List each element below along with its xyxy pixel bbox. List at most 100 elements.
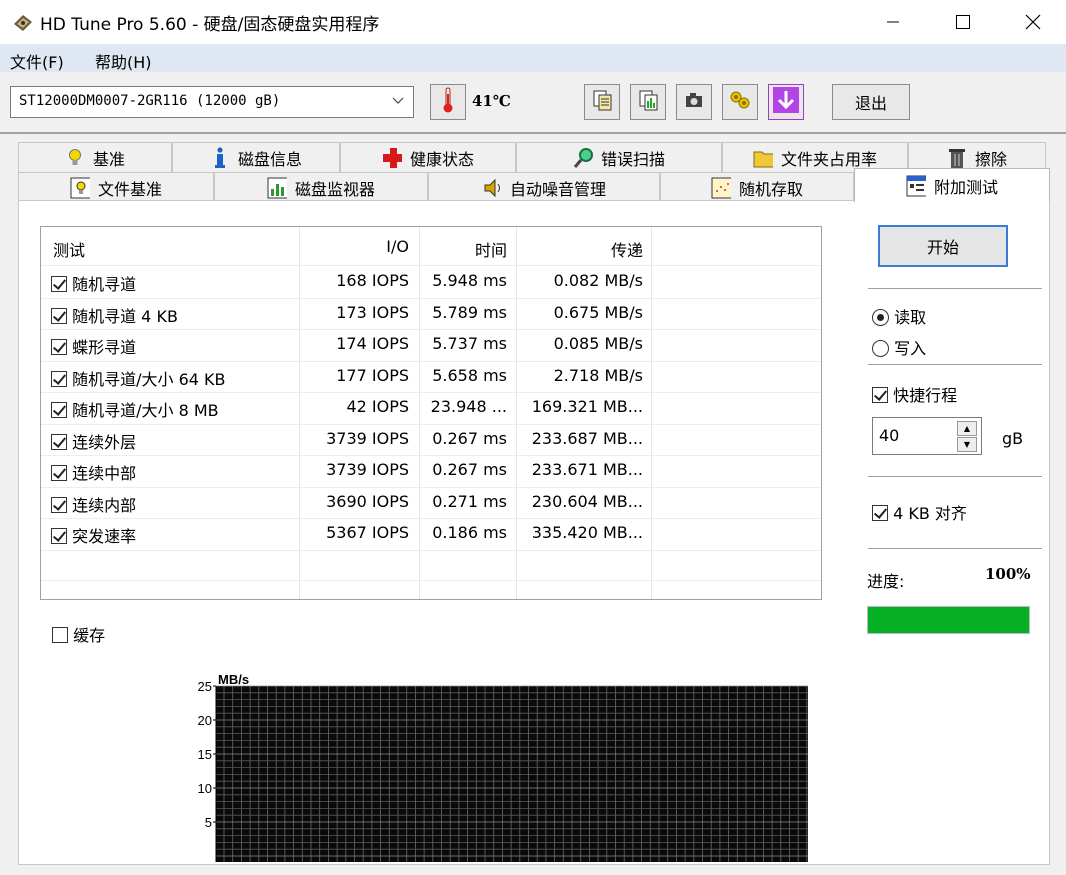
app-window: HD Tune Pro 5.60 - 硬盘/固态硬盘实用程序 文件(F) 帮助(…: [0, 0, 1066, 875]
tab-aam[interactable]: 自动噪音管理: [428, 172, 660, 202]
screenshot-button[interactable]: [676, 84, 712, 120]
tab-label: 错误扫描: [600, 149, 665, 169]
tab-label: 磁盘监视器: [294, 179, 375, 199]
test-checkbox[interactable]: [51, 307, 67, 324]
tab-random-access[interactable]: 随机存取: [660, 172, 854, 202]
tab-benchmark[interactable]: 基准: [18, 142, 172, 172]
header-transfer[interactable]: 传递: [611, 237, 643, 261]
menu-file[interactable]: 文件(F): [10, 49, 64, 73]
header-test[interactable]: 测试: [53, 237, 85, 261]
maximize-button[interactable]: [928, 0, 998, 44]
test-name: 随机寻道: [72, 275, 137, 294]
cache-option[interactable]: 缓存: [52, 622, 105, 646]
table-row[interactable]: 随机寻道/大小 64 KB 177 IOPS 5.658 ms 2.718 MB/s: [41, 361, 821, 393]
spin-down-icon[interactable]: ▼: [957, 437, 977, 452]
options-button[interactable]: [722, 84, 758, 120]
table-row[interactable]: 蝶形寻道 174 IOPS 5.737 ms 0.085 MB/s: [41, 329, 821, 361]
progress-fill: [868, 607, 1029, 633]
window-title: HD Tune Pro 5.60 - 硬盘/固态硬盘实用程序: [40, 15, 380, 35]
transfer-cell: 233.687 MB...: [531, 428, 643, 448]
time-cell: 0.267 ms: [432, 460, 507, 479]
table-row[interactable]: 连续中部 3739 IOPS 0.267 ms 233.671 MB...: [41, 455, 821, 487]
time-cell: 5.948 ms: [432, 271, 507, 290]
cache-checkbox[interactable]: [52, 627, 68, 643]
speaker-icon: [482, 178, 502, 198]
test-name: 突发速率: [72, 527, 137, 546]
camera-icon: [683, 89, 705, 115]
test-checkbox[interactable]: [51, 276, 67, 292]
tab-error-scan[interactable]: 错误扫描: [516, 142, 722, 172]
tab-disk-monitor[interactable]: 磁盘监视器: [214, 172, 428, 202]
progress-bar: [867, 606, 1030, 634]
temperature-button[interactable]: [430, 84, 466, 120]
test-cell: 随机寻道/大小 8 MB: [51, 397, 219, 421]
copy-image-button[interactable]: [630, 84, 666, 120]
io-cell: 3739 IOPS: [326, 460, 409, 479]
test-name: 连续中部: [72, 464, 137, 483]
write-radio[interactable]: [872, 340, 889, 357]
chart-y-tick-label: 15: [198, 747, 212, 762]
test-checkbox[interactable]: [51, 402, 67, 418]
short-stroke-value: 40: [879, 426, 900, 445]
drive-select[interactable]: ST12000DM0007-2GR116 (12000 gB): [10, 86, 414, 118]
write-option[interactable]: 写入: [872, 335, 926, 359]
start-button[interactable]: 开始: [878, 225, 1008, 267]
file-benchmark-icon: [70, 177, 90, 198]
short-stroke-stepper[interactable]: 40 ▲ ▼: [872, 417, 982, 455]
header-io[interactable]: I/O: [386, 237, 409, 256]
tab-label: 文件夹占用率: [780, 149, 877, 169]
header-time[interactable]: 时间: [475, 237, 507, 261]
short-stroke-checkbox[interactable]: [872, 387, 888, 403]
transfer-cell: 0.085 MB/s: [553, 334, 643, 353]
cache-label: 缓存: [73, 626, 106, 645]
test-checkbox[interactable]: [51, 465, 67, 481]
tab-extra-tests[interactable]: 附加测试: [854, 168, 1050, 202]
test-checkbox[interactable]: [51, 528, 67, 544]
test-checkbox[interactable]: [51, 339, 67, 355]
time-cell: 0.267 ms: [432, 428, 507, 448]
table-row[interactable]: 随机寻道/大小 8 MB 42 IOPS 23.948 ... 169.321 MB.…: [41, 392, 821, 424]
download-button[interactable]: [768, 84, 804, 120]
tab-label: 擦除: [974, 149, 1007, 169]
test-cell: 突发速率: [51, 523, 136, 547]
exit-button[interactable]: 退出: [832, 84, 910, 120]
time-cell: 23.948 ...: [430, 397, 507, 416]
chart-y-tick-label: 25: [198, 679, 212, 694]
test-checkbox[interactable]: [51, 496, 67, 513]
test-name: 连续外层: [72, 432, 137, 452]
exit-label: 退出: [854, 94, 887, 113]
table-row[interactable]: 突发速率 5367 IOPS 0.186 ms 335.420 MB...: [41, 518, 821, 550]
test-name: 随机寻道 4 KB: [72, 306, 178, 326]
short-stroke-option[interactable]: 快捷行程: [872, 382, 957, 406]
table-row[interactable]: 随机寻道 4 KB 173 IOPS 5.789 ms 0.675 MB/s: [41, 298, 821, 330]
test-checkbox[interactable]: [51, 433, 67, 450]
spin-up-icon[interactable]: ▲: [957, 421, 977, 436]
transfer-chart: 25 20 15 10 5 MB/s: [186, 670, 826, 865]
close-button[interactable]: [998, 0, 1066, 44]
info-icon: [210, 146, 230, 168]
transfer-cell: 0.082 MB/s: [553, 271, 643, 290]
align-checkbox[interactable]: [872, 505, 888, 521]
tab-disk-info[interactable]: 磁盘信息: [172, 142, 340, 172]
test-checkbox[interactable]: [51, 370, 67, 387]
thermometer-icon: [441, 86, 455, 118]
align-option[interactable]: 4 KB 对齐: [872, 500, 967, 524]
table-row[interactable]: 随机寻道 168 IOPS 5.948 ms 0.082 MB/s: [41, 266, 821, 298]
tab-health[interactable]: 健康状态: [340, 142, 516, 172]
read-radio[interactable]: [872, 309, 889, 326]
time-cell: 5.789 ms: [432, 302, 507, 322]
minimize-button[interactable]: [858, 0, 928, 44]
copy-text-button[interactable]: [584, 84, 620, 120]
menu-bar: 文件(F) 帮助(H): [0, 44, 1066, 72]
tab-file-benchmark[interactable]: 文件基准: [18, 172, 214, 202]
read-option[interactable]: 读取: [872, 304, 926, 328]
tab-label: 附加测试: [933, 177, 998, 197]
io-cell: 168 IOPS: [336, 271, 409, 290]
test-cell: 随机寻道/大小 64 KB: [51, 366, 226, 390]
test-cell: 随机寻道 4 KB: [51, 303, 178, 327]
random-access-icon: [711, 177, 731, 198]
transfer-cell: 0.675 MB/s: [553, 302, 643, 322]
menu-help[interactable]: 帮助(H): [95, 49, 152, 73]
table-row[interactable]: 连续外层 3739 IOPS 0.267 ms 233.687 MB...: [41, 424, 821, 456]
table-row[interactable]: 连续内部 3690 IOPS 0.271 ms 230.604 MB...: [41, 487, 821, 519]
